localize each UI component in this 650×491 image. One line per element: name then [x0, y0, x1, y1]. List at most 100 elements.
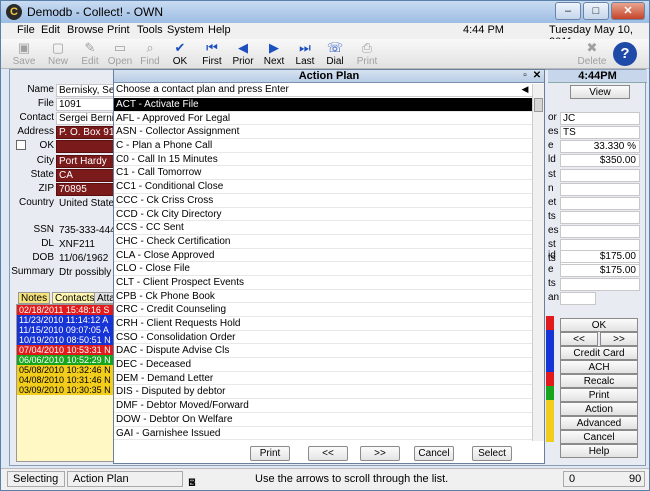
status-select[interactable]: TS: [560, 126, 640, 139]
list-item[interactable]: CLA - Close Approved: [114, 249, 532, 263]
delete-button[interactable]: ✖ Delete: [575, 40, 609, 68]
last-button[interactable]: ⏭ Last: [290, 40, 320, 68]
row-field[interactable]: [560, 169, 640, 182]
list-item[interactable]: C1 - Call Tomorrow: [114, 166, 532, 181]
ach-button[interactable]: ACH: [560, 360, 638, 374]
list-item[interactable]: DEM - Demand Letter: [114, 372, 532, 386]
list-item[interactable]: GAI - Garnishee Issued: [114, 427, 532, 441]
advanced-button[interactable]: Advanced: [560, 416, 638, 430]
edit-button[interactable]: ✎ Edit: [75, 40, 105, 68]
list-item[interactable]: 11/15/2010 09:07:05 A: [17, 325, 119, 335]
row-field[interactable]: [560, 292, 596, 305]
recalc-button[interactable]: Recalc: [560, 374, 638, 388]
country-field[interactable]: United States: [56, 197, 114, 210]
list-item[interactable]: CPB - Ck Phone Book: [114, 290, 532, 304]
scroll-left-icon[interactable]: ◀: [519, 84, 531, 95]
list-item[interactable]: 06/06/2010 10:52:29 N: [17, 355, 119, 365]
menu-file[interactable]: File: [17, 24, 35, 36]
list-item[interactable]: 11/23/2010 11:14:12 A: [17, 315, 119, 325]
row-field[interactable]: [560, 211, 640, 224]
contact-field[interactable]: Sergei Bernisky: [56, 112, 114, 125]
credit-card-button[interactable]: Credit Card: [560, 346, 638, 360]
prev-page-button[interactable]: <<: [308, 446, 348, 461]
help-button-right[interactable]: Help: [560, 444, 638, 458]
print-button[interactable]: ⎙ Print: [352, 40, 382, 68]
help-icon[interactable]: ?: [613, 42, 637, 66]
vertical-scrollbar[interactable]: ◀: [522, 84, 544, 441]
ok-button[interactable]: ✔ OK: [165, 40, 195, 68]
summary-field[interactable]: Dtr possibly in I: [56, 266, 114, 279]
list-item[interactable]: DOW - Debtor On Welfare: [114, 413, 532, 427]
list-item[interactable]: 07/04/2010 10:53:31 N: [17, 345, 119, 355]
list-item[interactable]: CCS - CC Sent: [114, 221, 532, 235]
list-item[interactable]: ASN - Collector Assignment: [114, 125, 532, 140]
list-item[interactable]: 04/08/2010 10:31:46 N: [17, 375, 119, 385]
scrollbar-thumb[interactable]: [534, 98, 543, 112]
open-button[interactable]: ▭ Open: [105, 40, 135, 68]
list-item[interactable]: CLO - Close File: [114, 262, 532, 276]
list-item[interactable]: DAC - Dispute Advise Cls: [114, 344, 532, 359]
list-item[interactable]: C0 - Call In 15 Minutes: [114, 153, 532, 167]
menu-system[interactable]: System: [167, 24, 204, 36]
row-field[interactable]: [560, 183, 640, 196]
menu-edit[interactable]: Edit: [41, 24, 60, 36]
menu-print[interactable]: Print: [107, 24, 130, 36]
list-item[interactable]: CRC - Credit Counseling: [114, 303, 532, 317]
list-item[interactable]: CHC - Check Certification: [114, 235, 532, 249]
list-item[interactable]: CCD - Ck City Directory: [114, 208, 532, 222]
next-button[interactable]: ▶ Next: [259, 40, 289, 68]
print-list-button[interactable]: Print: [250, 446, 290, 461]
city-field[interactable]: Port Hardy: [56, 155, 114, 168]
prior-button[interactable]: ◀ Prior: [228, 40, 258, 68]
operator-select[interactable]: JC: [560, 112, 640, 125]
list-item[interactable]: CSO - Consolidation Order: [114, 331, 532, 345]
prev-button[interactable]: <<: [560, 332, 598, 346]
listed-field[interactable]: $350.00: [560, 154, 640, 167]
tab-notes[interactable]: Notes: [18, 292, 51, 304]
restore-icon[interactable]: ▫: [520, 70, 530, 82]
list-item[interactable]: CLT - Client Prospect Events: [114, 276, 532, 290]
due-field[interactable]: $175.00: [560, 264, 640, 277]
paid-field[interactable]: $175.00: [560, 250, 640, 263]
save-button[interactable]: ▣ Save: [9, 40, 39, 68]
menu-browse[interactable]: Browse: [67, 24, 104, 36]
new-button[interactable]: ▢ New: [43, 40, 73, 68]
list-item[interactable]: CC1 - Conditional Close: [114, 180, 532, 194]
ok-button-right[interactable]: OK: [560, 318, 638, 332]
close-button[interactable]: ✕: [611, 2, 645, 20]
list-item[interactable]: 10/19/2010 08:50:51 N: [17, 335, 119, 345]
close-icon[interactable]: ✕: [532, 70, 542, 82]
list-item[interactable]: 05/08/2010 10:32:46 N: [17, 365, 119, 375]
list-item[interactable]: 03/09/2010 10:30:35 N: [17, 385, 119, 395]
ssn-field[interactable]: 735-333-444: [56, 224, 114, 237]
row-field[interactable]: [560, 197, 640, 210]
view-button[interactable]: View: [570, 85, 630, 99]
list-item[interactable]: C - Plan a Phone Call: [114, 139, 532, 153]
list-item[interactable]: DEC - Deceased: [114, 358, 532, 372]
menu-help[interactable]: Help: [208, 24, 231, 36]
cancel-button-right[interactable]: Cancel: [560, 430, 638, 444]
print-button-right[interactable]: Print: [560, 388, 638, 402]
minimize-button[interactable]: –: [555, 2, 581, 20]
list-item[interactable]: CCC - Ck Criss Cross: [114, 194, 532, 208]
state-field[interactable]: CA: [56, 169, 114, 182]
next-page-button[interactable]: >>: [360, 446, 400, 461]
list-item[interactable]: AFL - Approved For Legal: [114, 112, 532, 126]
list-item[interactable]: DIS - Disputed by debtor: [114, 385, 532, 400]
row-field[interactable]: [560, 278, 640, 291]
ok-field[interactable]: [56, 140, 114, 153]
rate-field[interactable]: 33.330 %: [560, 140, 640, 153]
address-field[interactable]: P. O. Box 912: [56, 126, 114, 139]
dial-button[interactable]: ☏ Dial: [320, 40, 350, 68]
list-item[interactable]: DMF - Debtor Moved/Forward: [114, 399, 532, 413]
dob-field[interactable]: 11/06/1962: [56, 252, 114, 265]
tab-contacts[interactable]: Contacts: [52, 292, 98, 304]
row-field[interactable]: [560, 225, 640, 238]
list-item[interactable]: 02/18/2011 15:48:16 S: [17, 305, 119, 315]
action-button[interactable]: Action: [560, 402, 638, 416]
list-item[interactable]: CRH - Client Requests Hold: [114, 317, 532, 331]
list-item[interactable]: ACT - Activate File: [114, 98, 532, 112]
action-plan-prompt[interactable]: Choose a contact plan and press Enter: [114, 84, 544, 97]
find-button[interactable]: ⌕ Find: [135, 40, 165, 68]
maximize-button[interactable]: □: [583, 2, 609, 20]
